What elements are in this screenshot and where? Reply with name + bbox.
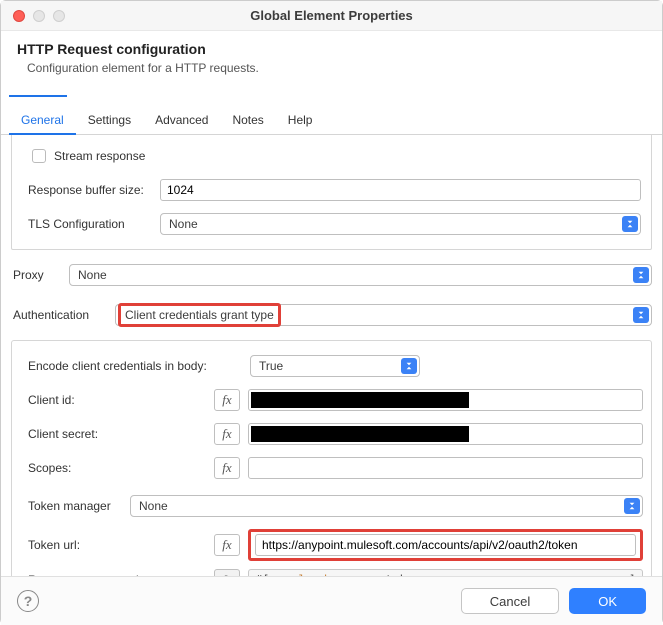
stream-response-label: Stream response: [54, 149, 145, 163]
chevron-down-icon: [624, 498, 640, 514]
response-access-token-expr[interactable]: #[ payload.access_token ]: [248, 569, 643, 577]
help-icon[interactable]: ?: [17, 590, 39, 612]
fx-button[interactable]: fx: [214, 389, 240, 411]
close-icon[interactable]: [13, 10, 25, 22]
fx-button[interactable]: fx: [214, 569, 240, 577]
zoom-icon: [53, 10, 65, 22]
ok-button[interactable]: OK: [569, 588, 646, 614]
client-secret-input[interactable]: [248, 423, 643, 445]
tab-settings[interactable]: Settings: [76, 107, 143, 134]
fx-button[interactable]: fx: [214, 457, 240, 479]
tab-notes[interactable]: Notes: [220, 107, 275, 134]
tab-general[interactable]: General: [9, 107, 76, 135]
proxy-value: None: [78, 268, 107, 282]
titlebar: Global Element Properties: [1, 1, 662, 31]
stream-response-checkbox[interactable]: [32, 149, 46, 163]
scopes-input[interactable]: [248, 457, 643, 479]
auth-section: Encode client credentials in body: True …: [11, 340, 652, 577]
authentication-label: Authentication: [11, 308, 107, 322]
encode-credentials-select[interactable]: True: [250, 355, 420, 377]
response-buffer-label: Response buffer size:: [22, 183, 152, 197]
proxy-label: Proxy: [11, 268, 61, 282]
redacted-value: [251, 426, 469, 442]
header: HTTP Request configuration Configuration…: [1, 31, 662, 87]
encode-credentials-value: True: [259, 359, 283, 373]
token-manager-label: Token manager: [20, 499, 122, 513]
response-buffer-input[interactable]: [160, 179, 641, 201]
tls-config-select[interactable]: None: [160, 213, 641, 235]
authentication-value: Client credentials grant type: [118, 303, 281, 327]
tls-config-value: None: [169, 217, 198, 231]
tab-help[interactable]: Help: [276, 107, 325, 134]
token-manager-value: None: [139, 499, 168, 513]
client-secret-label: Client secret:: [20, 427, 206, 441]
window-controls: [1, 10, 65, 22]
tab-advanced[interactable]: Advanced: [143, 107, 220, 134]
proxy-select[interactable]: None: [69, 264, 652, 286]
window-title: Global Element Properties: [1, 8, 662, 23]
token-url-label: Token url:: [20, 538, 206, 552]
client-id-label: Client id:: [20, 393, 206, 407]
chevron-down-icon: [401, 358, 417, 374]
cancel-button[interactable]: Cancel: [461, 588, 559, 614]
tls-config-label: TLS Configuration: [22, 217, 152, 231]
client-id-input[interactable]: [248, 389, 643, 411]
authentication-select[interactable]: Client credentials grant type: [115, 304, 652, 326]
page-title: HTTP Request configuration: [17, 41, 646, 57]
fx-button[interactable]: fx: [214, 534, 240, 556]
token-manager-select[interactable]: None: [130, 495, 643, 517]
footer: ? Cancel OK: [1, 577, 662, 625]
redacted-value: [251, 392, 469, 408]
encode-credentials-label: Encode client credentials in body:: [20, 359, 206, 373]
fx-button[interactable]: fx: [214, 423, 240, 445]
chevron-down-icon: [633, 267, 649, 283]
minimize-icon: [33, 10, 45, 22]
chevron-down-icon: [633, 307, 649, 323]
scopes-label: Scopes:: [20, 461, 206, 475]
tab-bar: General Settings Advanced Notes Help: [1, 107, 662, 135]
page-subtitle: Configuration element for a HTTP request…: [17, 61, 646, 75]
token-url-input[interactable]: [255, 534, 636, 556]
chevron-down-icon: [622, 216, 638, 232]
